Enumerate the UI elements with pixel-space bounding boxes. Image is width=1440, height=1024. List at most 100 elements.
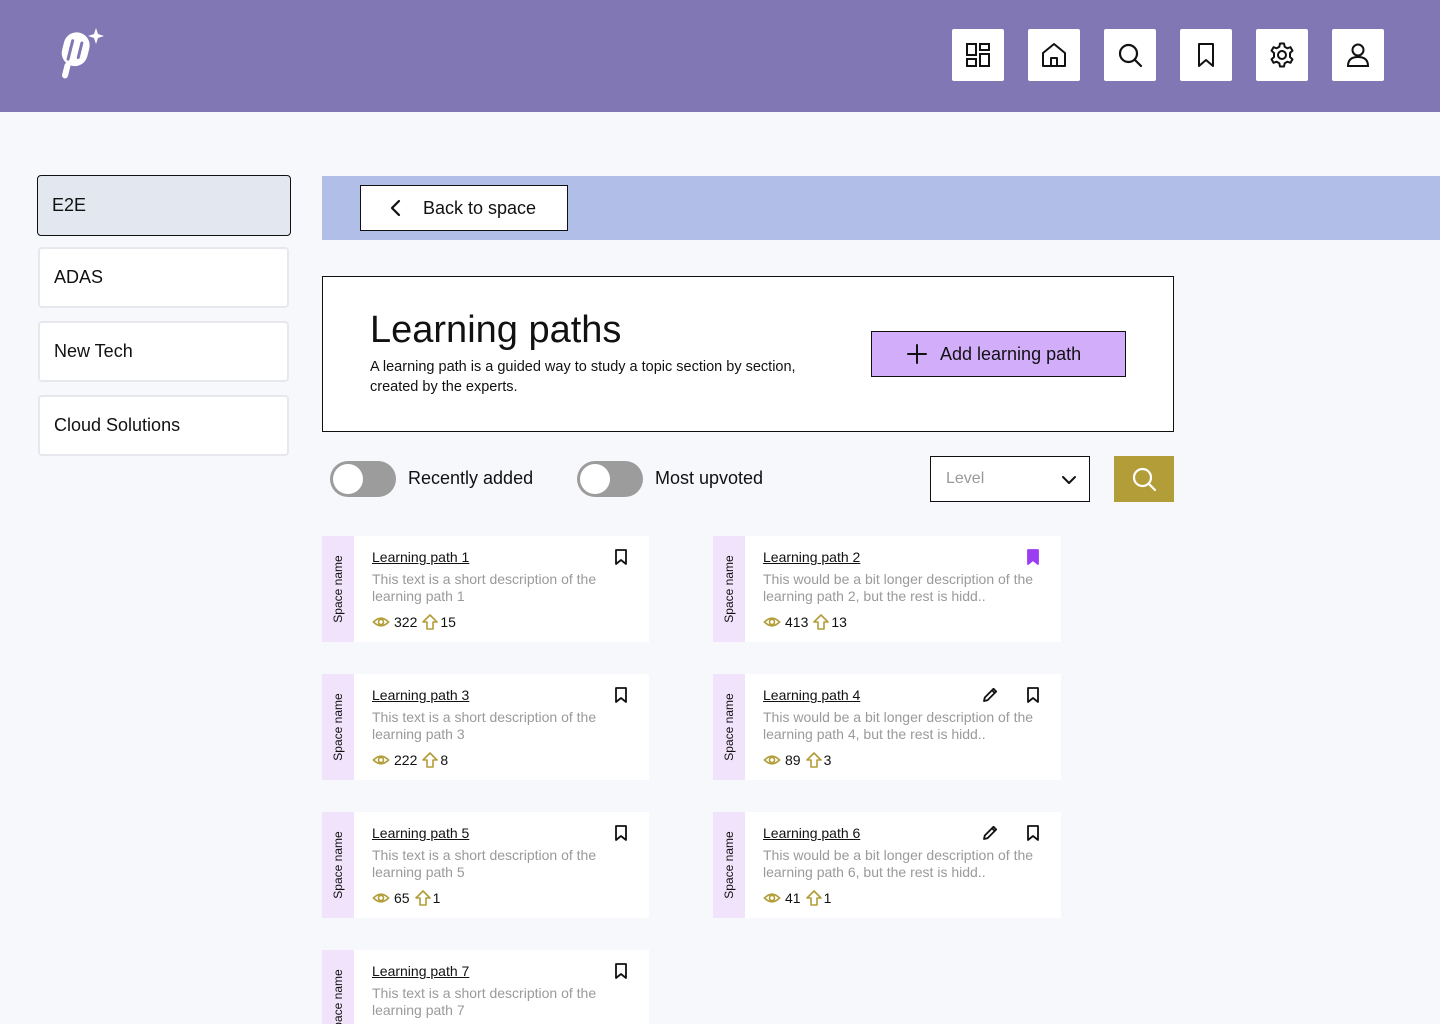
card-stats: 89 3: [763, 751, 831, 769]
bookmark-icon[interactable]: [612, 548, 630, 566]
chevron-down-icon: [1062, 476, 1076, 484]
view-count: 89: [785, 752, 801, 768]
learning-path-card[interactable]: Space name Learning path 5 This text is a …: [322, 812, 649, 918]
sidebar-item-label: New Tech: [54, 341, 133, 361]
card-stats: 222 8: [372, 751, 448, 769]
bookmark-icon[interactable]: [1024, 824, 1042, 842]
chevron-left-icon: [390, 199, 401, 217]
learning-path-card[interactable]: Space name Learning path 3 This text is a …: [322, 674, 649, 780]
profile-button[interactable]: [1332, 29, 1384, 81]
view-count: 322: [394, 614, 418, 630]
bookmark-icon[interactable]: [1024, 548, 1042, 566]
space-name: Space name: [722, 555, 736, 623]
page-description: A learning path is a guided way to study…: [370, 359, 796, 395]
space-name: Space name: [722, 693, 736, 761]
space-strip: Space name: [322, 536, 354, 642]
upvote-icon[interactable]: [421, 751, 439, 769]
top-bar: [0, 0, 1440, 112]
add-label: Add learning path: [940, 343, 1082, 364]
view-count: 413: [785, 614, 809, 630]
edit-pencil-icon[interactable]: [981, 686, 999, 704]
home-icon: [1042, 43, 1066, 67]
learning-path-card[interactable]: Space name Learning path 1 This text is a …: [322, 536, 649, 642]
card-stats: 413 13: [763, 613, 847, 631]
most-upvoted-toggle[interactable]: [577, 461, 643, 497]
plus-icon: [907, 344, 927, 364]
space-strip: Space name: [322, 950, 354, 1024]
upvote-count: 1: [823, 890, 832, 906]
card-description: This would be a bit longer description o…: [763, 847, 1034, 880]
learning-path-card[interactable]: Space name Learning path 7 This text is a …: [322, 950, 649, 1024]
back-to-space-button[interactable]: Back to space: [360, 185, 568, 231]
upvote-count: 1: [432, 890, 441, 906]
eye-icon: [763, 889, 781, 907]
learning-path-card[interactable]: Space name Learning path 2 This would be a…: [713, 536, 1061, 642]
upvote-icon[interactable]: [805, 889, 823, 907]
sidebar-item-cloud-solutions[interactable]: Cloud Solutions: [38, 395, 289, 456]
sidebar-item-adas[interactable]: ADAS: [38, 247, 289, 308]
learning-path-card[interactable]: Space name Learning path 4 This would be a…: [713, 674, 1061, 780]
eye-icon: [763, 613, 781, 631]
card-title[interactable]: Learning path 4: [763, 687, 860, 703]
upvote-icon[interactable]: [812, 613, 830, 631]
eye-icon: [372, 613, 390, 631]
card-title[interactable]: Learning path 7: [372, 963, 469, 979]
upvote-count: 15: [440, 614, 456, 630]
card-stats: 65 1: [372, 889, 440, 907]
card-title[interactable]: Learning path 6: [763, 825, 860, 841]
learning-path-card[interactable]: Space name Learning path 6 This would be a…: [713, 812, 1061, 918]
card-description: This text is a short description of the …: [372, 709, 597, 742]
card-title[interactable]: Learning path 1: [372, 549, 469, 565]
toggle-knob: [333, 464, 363, 494]
dashboard-button[interactable]: [952, 29, 1004, 81]
settings-button[interactable]: [1256, 29, 1308, 81]
search-button[interactable]: [1114, 456, 1174, 502]
card-title[interactable]: Learning path 5: [372, 825, 469, 841]
card-description: This text is a short description of the …: [372, 985, 597, 1018]
bookmarks-button[interactable]: [1180, 29, 1232, 81]
search-nav-button[interactable]: [1104, 29, 1156, 81]
add-learning-path-button[interactable]: Add learning path: [871, 331, 1126, 377]
space-strip: Space name: [322, 674, 354, 780]
user-icon: [1346, 43, 1370, 67]
search-icon: [1118, 43, 1143, 68]
learning-paths-header: Learning paths A learning path is a guid…: [322, 276, 1174, 432]
bookmark-icon[interactable]: [1024, 686, 1042, 704]
bookmark-icon[interactable]: [612, 962, 630, 980]
space-name: Space name: [331, 831, 345, 899]
card-description: This would be a bit longer description o…: [763, 571, 1034, 604]
card-description: This text is a short description of the …: [372, 847, 597, 880]
level-select[interactable]: Level: [930, 456, 1090, 502]
space-strip: Space name: [713, 536, 745, 642]
upvote-count: 8: [440, 752, 449, 768]
space-name: Space name: [722, 831, 736, 899]
card-description: This text is a short description of the …: [372, 571, 597, 604]
page-title: Learning paths: [370, 309, 622, 351]
app-logo[interactable]: [52, 26, 104, 86]
bookmark-icon[interactable]: [612, 686, 630, 704]
view-count: 41: [785, 890, 801, 906]
edit-pencil-icon[interactable]: [981, 824, 999, 842]
most-upvoted-label: Most upvoted: [655, 468, 764, 488]
upvote-icon[interactable]: [805, 751, 823, 769]
view-count: 65: [394, 890, 410, 906]
card-title[interactable]: Learning path 3: [372, 687, 469, 703]
upvote-icon[interactable]: [421, 613, 439, 631]
recently-added-toggle[interactable]: [330, 461, 396, 497]
card-description: This would be a bit longer description o…: [763, 709, 1034, 742]
eye-icon: [372, 889, 390, 907]
sidebar-item-e2e[interactable]: E2E: [37, 175, 291, 236]
back-label: Back to space: [423, 197, 537, 218]
sidebar-item-new-tech[interactable]: New Tech: [38, 321, 289, 382]
sidebar-item-label: Cloud Solutions: [54, 415, 181, 435]
card-title[interactable]: Learning path 2: [763, 549, 860, 565]
home-button[interactable]: [1028, 29, 1080, 81]
recently-added-label: Recently added: [408, 468, 534, 488]
view-count: 222: [394, 752, 418, 768]
upvote-count: 13: [831, 614, 847, 630]
card-stats: 322 15: [372, 613, 456, 631]
space-name: Space name: [331, 555, 345, 623]
bookmark-icon[interactable]: [612, 824, 630, 842]
upvote-icon[interactable]: [414, 889, 432, 907]
bookmark-icon: [1198, 43, 1214, 67]
